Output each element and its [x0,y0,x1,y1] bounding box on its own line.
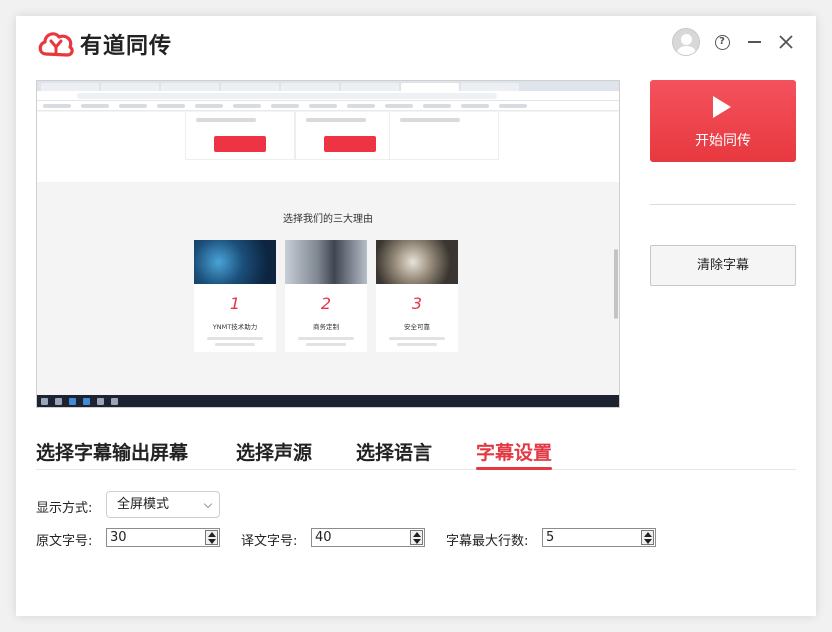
spin-arrows-icon[interactable] [410,530,423,545]
tab-subtitle-settings[interactable]: 字幕设置 [476,440,553,470]
minimize-icon [747,41,761,43]
header-controls: ? [672,28,796,56]
preview-tab [341,83,399,91]
help-icon: ? [714,34,730,50]
preview-reason-card: 1 YNMT技术助力 [194,240,276,352]
preview-taskbar [37,395,619,407]
max-lines-label: 字幕最大行数: [446,534,529,549]
display-mode-select[interactable]: 全屏模式 [106,491,220,518]
app-window: 有道同传 ? 选择我们的三大理由 1 YNMT技术助力 2 商务定制 3 安全可… [16,16,816,616]
start-translation-button[interactable]: 开始同传 [650,80,796,162]
close-icon [779,35,793,49]
minimize-button[interactable] [744,32,764,52]
reason-number: 2 [320,294,332,313]
spin-arrows-icon[interactable] [641,530,654,545]
source-font-size-value: 30 [110,530,127,545]
target-font-size-value: 40 [315,530,332,545]
tab-audio-source[interactable]: 选择声源 [236,440,312,469]
help-button[interactable]: ? [712,32,732,52]
preview-plan-card [185,112,295,160]
reason-name: YNMT技术助力 [212,323,258,331]
preview-tab [281,83,339,91]
preview-tab [41,83,99,91]
preview-tab [221,83,279,91]
source-font-size-stepper[interactable]: 30 [106,528,220,547]
preview-scrollbar [614,249,618,319]
user-avatar-icon[interactable] [672,28,700,56]
target-font-size-label: 译文字号: [241,534,298,549]
tab-output-screen[interactable]: 选择字幕输出屏幕 [36,440,188,469]
chevron-down-icon [203,499,213,509]
preview-address-bar [37,91,619,101]
tab-language[interactable]: 选择语言 [356,440,432,469]
business-image [285,240,367,284]
preview-page-reasons: 选择我们的三大理由 1 YNMT技术助力 2 商务定制 3 安全可靠 [37,182,619,382]
app-title: 有道同传 [80,34,173,59]
screen-preview: 选择我们的三大理由 1 YNMT技术助力 2 商务定制 3 安全可靠 [36,80,620,408]
youdao-logo-icon [38,32,74,57]
max-lines-stepper[interactable]: 5 [542,528,656,547]
preview-plan-card [389,112,499,160]
source-font-size-label: 原文字号: [36,534,93,549]
reason-name: 商务定制 [313,323,339,331]
preview-tab [461,83,519,91]
preview-reason-card: 2 商务定制 [285,240,367,352]
divider [650,204,796,205]
preview-tab [161,83,219,91]
settings-tabs: 选择字幕输出屏幕 选择声源 选择语言 字幕设置 [36,440,796,470]
reason-number: 3 [411,294,423,313]
display-mode-label: 显示方式: [36,501,93,516]
play-icon [713,96,731,118]
target-font-size-stepper[interactable]: 40 [311,528,425,547]
close-button[interactable] [776,32,796,52]
preview-bookmarks-bar [37,101,619,111]
preview-section-title: 选择我们的三大理由 [283,214,373,225]
preview-tab [101,83,159,91]
clear-subtitles-button[interactable]: 清除字幕 [650,245,796,286]
display-mode-value: 全屏模式 [117,497,170,512]
network-image [194,240,276,284]
preview-tab-active [401,83,459,91]
app-logo: 有道同传 [36,26,172,62]
preview-reason-card: 3 安全可靠 [376,240,458,352]
max-lines-value: 5 [546,530,555,545]
reason-name: 安全可靠 [404,323,430,331]
start-translation-label: 开始同传 [695,132,751,148]
preview-browser-tabs [37,81,619,91]
spin-arrows-icon[interactable] [205,530,218,545]
preview-page-top [37,112,619,182]
gears-image [376,240,458,284]
reason-number: 1 [229,294,241,313]
